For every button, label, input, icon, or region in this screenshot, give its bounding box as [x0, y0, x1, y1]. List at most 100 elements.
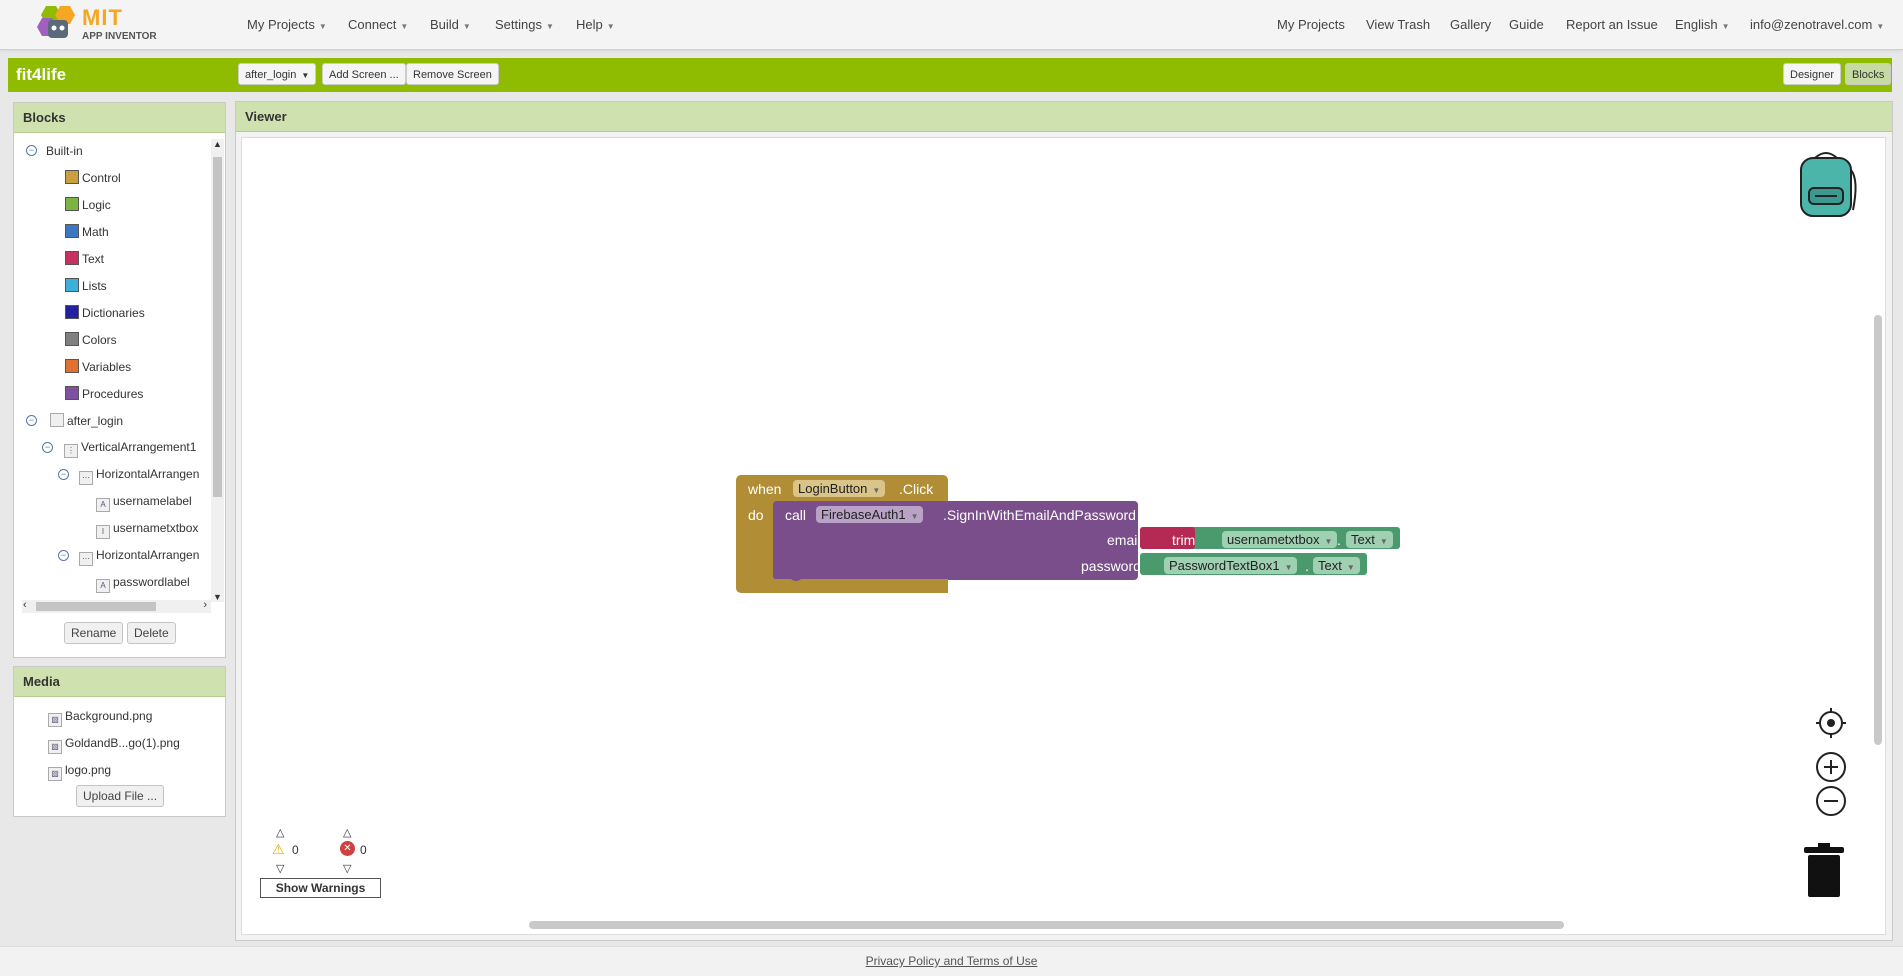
menu-connect[interactable]: Connect ▼ [348, 17, 408, 32]
menu-build[interactable]: Build ▼ [430, 17, 471, 32]
scrollbar-thumb[interactable] [36, 602, 156, 611]
category-math[interactable]: Math [65, 224, 109, 239]
zoom-out-icon[interactable] [1815, 785, 1847, 817]
menu-label: My Projects [247, 17, 315, 32]
logo-hexagon-icon [37, 6, 75, 38]
lists-swatch-icon [65, 278, 79, 292]
prev-warning-icon[interactable]: △ [276, 826, 284, 839]
control-swatch-icon [65, 170, 79, 184]
collapse-icon[interactable]: − [26, 145, 37, 156]
method-label: .SignInWithEmailAndPassword [943, 507, 1136, 523]
nav-view-trash[interactable]: View Trash [1366, 17, 1430, 32]
nav-report-issue[interactable]: Report an Issue [1566, 17, 1658, 32]
math-swatch-icon [65, 224, 79, 238]
call-component-dropdown[interactable]: FirebaseAuth1 ▼ [816, 506, 924, 523]
tree-screen[interactable]: after_login [50, 413, 123, 428]
category-colors[interactable]: Colors [65, 332, 117, 347]
viewer-title: Viewer [236, 102, 1892, 132]
dropdown-label: PasswordTextBox1 [1169, 558, 1280, 573]
rename-button[interactable]: Rename [64, 622, 124, 644]
designer-button[interactable]: Designer [1783, 63, 1842, 85]
app-inventor-logo[interactable]: MIT APP INVENTOR [36, 4, 176, 44]
menu-settings[interactable]: Settings ▼ [495, 17, 554, 32]
nav-gallery[interactable]: Gallery [1450, 17, 1491, 32]
category-variables[interactable]: Variables [65, 359, 131, 374]
remove-screen-button[interactable]: Remove Screen [406, 63, 499, 85]
chevron-left-icon[interactable]: ‹ [23, 599, 27, 611]
media-file[interactable]: ▧ GoldandB...go(1).png [48, 736, 180, 754]
chevron-up-icon[interactable]: ▲ [213, 139, 222, 149]
caret-down-icon: ▼ [318, 22, 327, 31]
password-property-dropdown[interactable]: Text ▼ [1313, 557, 1360, 574]
category-label: Math [82, 225, 109, 239]
caret-down-icon: ▼ [301, 71, 310, 80]
brand-name: MIT [82, 5, 123, 30]
tree-label: passwordlabel [113, 575, 190, 589]
account-menu[interactable]: info@zenotravel.com ▼ [1750, 17, 1884, 32]
warning-icon: ⚠ [272, 841, 285, 857]
menu-my-projects[interactable]: My Projects ▼ [247, 17, 327, 32]
tree-horizontal-scrollbar[interactable]: ‹ › [22, 599, 211, 613]
collapse-icon[interactable]: − [58, 550, 69, 561]
media-file[interactable]: ▧ Background.png [48, 709, 152, 727]
error-icon: ✕ [340, 841, 355, 856]
password-component-dropdown[interactable]: PasswordTextBox1 ▼ [1164, 557, 1298, 574]
procedures-swatch-icon [65, 386, 79, 400]
text-swatch-icon [65, 251, 79, 265]
category-procedures[interactable]: Procedures [65, 386, 143, 401]
blocks-workspace[interactable]: when LoginButton ▼ .Click do call Firebas… [241, 137, 1886, 935]
show-warnings-button[interactable]: Show Warnings [260, 878, 381, 898]
zoom-in-icon[interactable] [1815, 751, 1847, 783]
category-dictionaries[interactable]: Dictionaries [65, 305, 145, 320]
category-lists[interactable]: Lists [65, 278, 107, 293]
tree-component[interactable]: ⋯ HorizontalArrangen [79, 467, 212, 485]
scrollbar-thumb[interactable] [213, 157, 222, 497]
next-warning-icon[interactable]: ▽ [276, 862, 284, 875]
email-property-dropdown[interactable]: Text ▼ [1346, 531, 1393, 548]
blocks-button[interactable]: Blocks [1845, 63, 1892, 85]
category-text[interactable]: Text [65, 251, 104, 266]
trash-icon[interactable] [1804, 843, 1844, 899]
dropdown-label: Text [1351, 532, 1375, 547]
media-file[interactable]: ▧ logo.png [48, 763, 111, 781]
email-component-dropdown[interactable]: usernametxtbox ▼ [1222, 531, 1338, 548]
workspace-vertical-scrollbar[interactable] [1874, 315, 1882, 745]
recenter-icon[interactable] [1816, 708, 1846, 738]
screen-selector[interactable]: after_login ▼ [238, 63, 317, 85]
tree-component[interactable]: ⋮ VerticalArrangement1 [64, 440, 212, 458]
caret-down-icon: ▼ [872, 486, 881, 495]
tree-vertical-scrollbar[interactable]: ▲ ▼ [211, 139, 224, 602]
nav-guide[interactable]: Guide [1509, 17, 1544, 32]
chevron-right-icon[interactable]: › [203, 599, 207, 611]
tree-component[interactable]: ⋯ HorizontalArrangen [79, 548, 212, 566]
backpack-icon[interactable] [1795, 150, 1861, 222]
tree-component[interactable]: Iusernametxtbox [96, 521, 198, 539]
next-error-icon[interactable]: ▽ [343, 862, 351, 875]
media-file-label: logo.png [65, 763, 112, 777]
category-label: Dictionaries [82, 306, 145, 320]
language-selector[interactable]: English ▼ [1675, 17, 1730, 32]
category-logic[interactable]: Logic [65, 197, 111, 212]
workspace-horizontal-scrollbar[interactable] [529, 921, 1564, 929]
chevron-down-icon[interactable]: ▼ [213, 592, 222, 602]
tree-label: VerticalArrangement1 [81, 440, 197, 454]
email-arg-label: email [1107, 532, 1141, 548]
media-file-label: GoldandB...go(1).png [65, 736, 180, 750]
collapse-icon[interactable]: − [26, 415, 37, 426]
collapse-icon[interactable]: − [58, 469, 69, 480]
category-control[interactable]: Control [65, 170, 121, 185]
tree-component[interactable]: Apasswordlabel [96, 575, 190, 593]
collapse-icon[interactable]: − [42, 442, 53, 453]
tree-builtin[interactable]: Built-in [46, 144, 83, 158]
top-bar: MIT APP INVENTOR My Projects ▼ Connect ▼ B… [0, 0, 1903, 50]
vertical-arrangement-icon: ⋮ [64, 444, 78, 458]
privacy-policy-link[interactable]: Privacy Policy and Terms of Use [866, 954, 1038, 968]
upload-file-button[interactable]: Upload File ... [76, 785, 165, 807]
add-screen-button[interactable]: Add Screen ... [322, 63, 406, 85]
prev-error-icon[interactable]: △ [343, 826, 351, 839]
tree-component[interactable]: Ausernamelabel [96, 494, 192, 512]
event-component-dropdown[interactable]: LoginButton ▼ [793, 480, 886, 497]
delete-button[interactable]: Delete [127, 622, 176, 644]
menu-help[interactable]: Help ▼ [576, 17, 615, 32]
nav-my-projects[interactable]: My Projects [1277, 17, 1345, 32]
